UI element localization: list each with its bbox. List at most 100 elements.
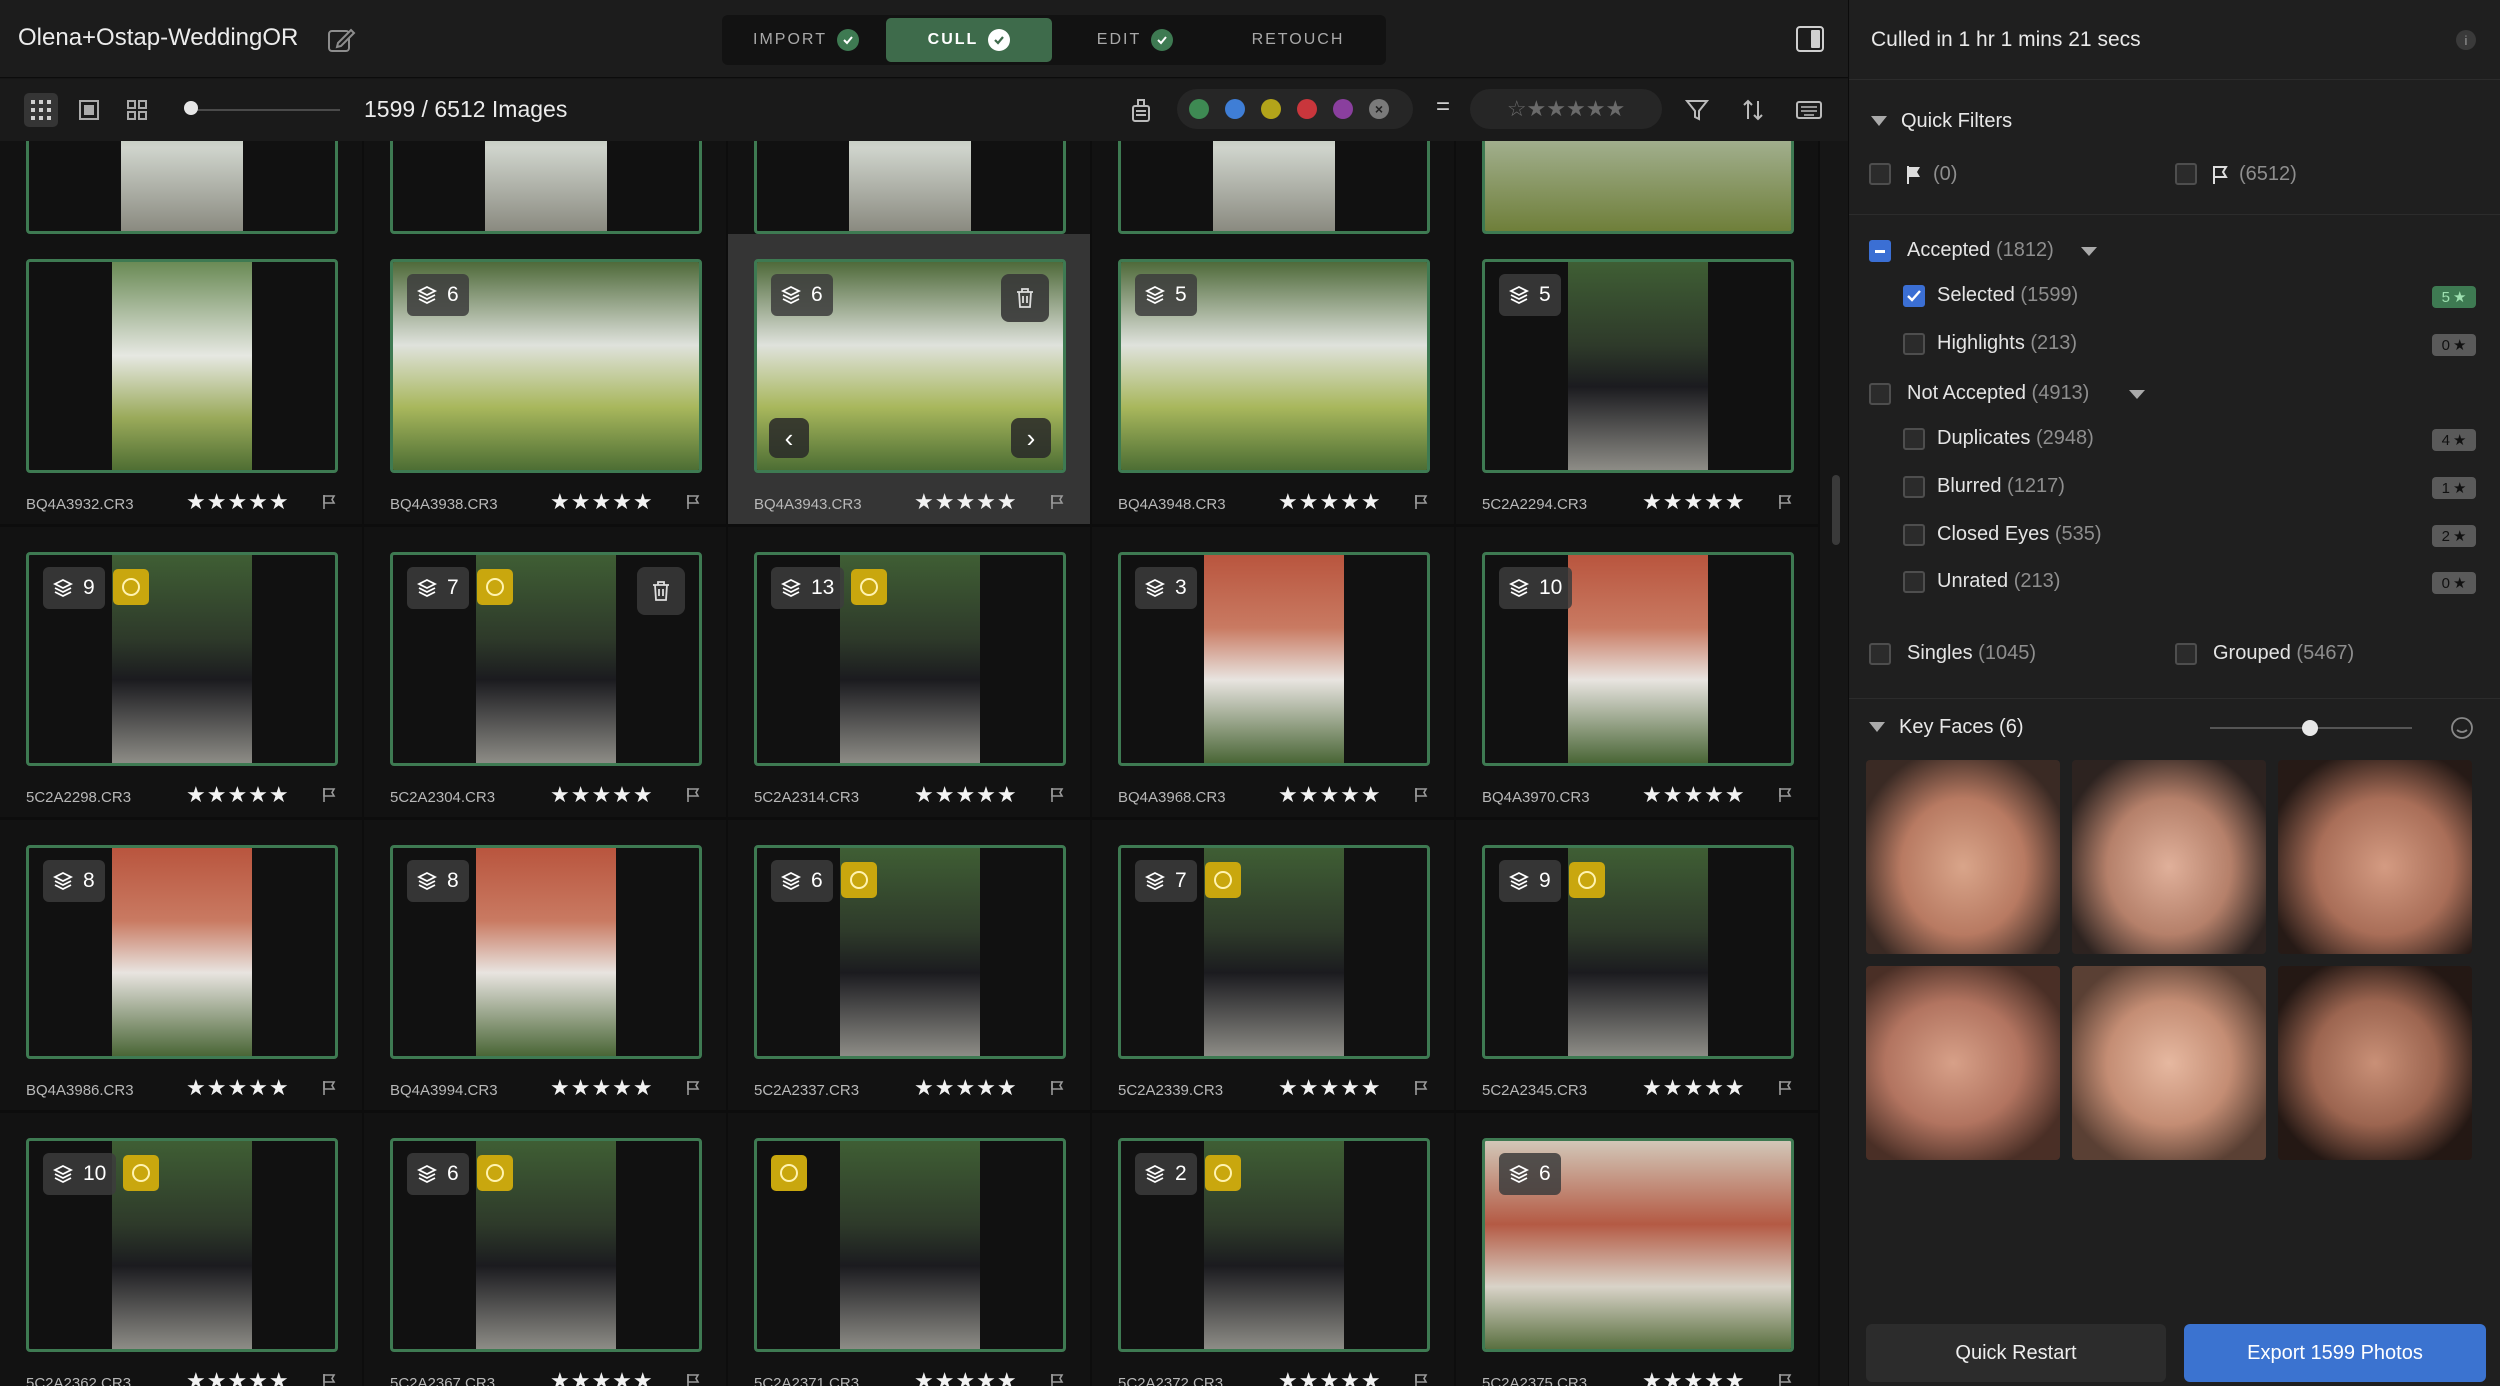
photo-cell[interactable]: 5 BQ4A3948.CR3 ★★★★★ (1092, 234, 1454, 524)
photo-cell[interactable]: 7 5C2A2304.CR3 ★★★★★ (364, 527, 726, 817)
photo-cell[interactable]: 5 5C2A2294.CR3 ★★★★★ (1456, 234, 1818, 524)
not-accepted-expand-icon[interactable] (2129, 390, 2145, 399)
photo-cell[interactable]: BQ4A3932.CR3 ★★★★★ (0, 234, 362, 524)
flag-icon[interactable] (1050, 1373, 1064, 1386)
star-rating[interactable]: ★★★★★ (186, 1075, 290, 1101)
next-in-stack-button[interactable]: › (1011, 418, 1051, 458)
color-filter-red[interactable] (1297, 99, 1317, 119)
key-face-thumbnail[interactable] (2072, 966, 2266, 1160)
stack-count-badge[interactable]: 6 (771, 860, 833, 902)
flag-icon[interactable] (686, 1373, 700, 1386)
star-rating[interactable]: ★★★★★ (1278, 1075, 1382, 1101)
color-filter-green[interactable] (1189, 99, 1209, 119)
stack-count-badge[interactable]: 10 (1499, 567, 1573, 609)
flagged-checkbox[interactable] (1869, 163, 1891, 185)
key-faces-collapse-icon[interactable] (1869, 722, 1885, 732)
selected-row[interactable]: Selected (1599) (1937, 284, 2078, 307)
stack-count-badge[interactable]: 6 (407, 1153, 469, 1195)
photo-cell[interactable]: 6 ‹ › BQ4A3943.CR3 ★★★★★ (728, 234, 1090, 524)
star-rating[interactable]: ★★★★★ (550, 782, 654, 808)
photo-cell[interactable]: 6 5C2A2375.CR3 ★★★★★ (1456, 1113, 1818, 1386)
keyboard-icon[interactable] (1792, 93, 1826, 127)
star-rating[interactable]: ★★★★★ (1278, 489, 1382, 515)
flag-icon[interactable] (322, 1373, 336, 1386)
clean-icon[interactable] (1124, 93, 1158, 127)
flag-icon[interactable] (1050, 1080, 1064, 1096)
photo-thumbnail[interactable] (1482, 141, 1794, 234)
warning-icon[interactable] (1569, 862, 1605, 898)
photo-thumbnail[interactable]: 5 (1118, 259, 1430, 473)
photo-thumbnail[interactable] (390, 141, 702, 234)
star-rating[interactable]: ★★★★★ (186, 489, 290, 515)
trash-icon[interactable] (637, 567, 685, 615)
star-rating[interactable]: ★★★★★ (550, 489, 654, 515)
photo-thumbnail[interactable] (26, 259, 338, 473)
warning-icon[interactable] (771, 1155, 807, 1191)
duplicates-row[interactable]: Duplicates (2948) (1937, 427, 2094, 450)
photo-thumbnail[interactable]: 2 (1118, 1138, 1430, 1352)
step-cull[interactable]: CULL (886, 18, 1052, 62)
photo-cell[interactable]: 6 BQ4A3938.CR3 ★★★★★ (364, 234, 726, 524)
flag-icon[interactable] (1414, 494, 1428, 510)
flag-icon[interactable] (1778, 1373, 1792, 1386)
edit-title-icon[interactable] (326, 25, 356, 55)
flag-icon[interactable] (1778, 494, 1792, 510)
photo-cell[interactable]: 10 BQ4A3970.CR3 ★★★★★ (1456, 527, 1818, 817)
flag-icon[interactable] (1414, 1373, 1428, 1386)
warning-icon[interactable] (123, 1155, 159, 1191)
photo-thumbnail[interactable]: 6 (754, 845, 1066, 1059)
flag-icon[interactable] (322, 787, 336, 803)
rating-filter[interactable]: ☆★★★★★ (1470, 89, 1662, 129)
stack-count-badge[interactable]: 10 (43, 1153, 117, 1195)
grid-large-view-button[interactable] (120, 93, 154, 127)
rating-operator[interactable]: = (1436, 93, 1450, 121)
star-rating[interactable]: ★★★★★ (1642, 782, 1746, 808)
star-rating[interactable]: ★★★★★ (550, 1368, 654, 1386)
photo-cell[interactable]: 9 5C2A2298.CR3 ★★★★★ (0, 527, 362, 817)
closed-eyes-row[interactable]: Closed Eyes (535) (1937, 523, 2102, 546)
photo-thumbnail[interactable]: 6 ‹ › (754, 259, 1066, 473)
key-face-thumbnail[interactable] (2278, 760, 2472, 954)
photo-thumbnail[interactable]: 7 (390, 552, 702, 766)
grouped-row[interactable]: Grouped (5467) (2213, 642, 2354, 665)
star-rating[interactable]: ★★★★★ (186, 1368, 290, 1386)
step-retouch[interactable]: RETOUCH (1218, 18, 1378, 62)
photo-thumbnail[interactable]: 8 (390, 845, 702, 1059)
stack-count-badge[interactable]: 8 (43, 860, 105, 902)
flag-icon[interactable] (686, 787, 700, 803)
accepted-checkbox[interactable] (1869, 240, 1891, 262)
star-rating[interactable]: ★★★★★ (186, 782, 290, 808)
export-photos-button[interactable]: Export 1599 Photos (2184, 1324, 2486, 1382)
side-panel-toggle-icon[interactable] (1796, 26, 1824, 52)
quick-restart-button[interactable]: Quick Restart (1866, 1324, 2166, 1382)
star-rating[interactable]: ★★★★★ (914, 782, 1018, 808)
warning-icon[interactable] (113, 569, 149, 605)
stack-count-badge[interactable]: 9 (43, 567, 105, 609)
photo-cell[interactable]: 8 BQ4A3986.CR3 ★★★★★ (0, 820, 362, 1110)
flag-icon[interactable] (1778, 1080, 1792, 1096)
warning-icon[interactable] (1205, 862, 1241, 898)
grouped-checkbox[interactable] (2175, 643, 2197, 665)
highlights-checkbox[interactable] (1903, 333, 1925, 355)
photo-thumbnail[interactable]: 9 (1482, 845, 1794, 1059)
warning-icon[interactable] (1205, 1155, 1241, 1191)
flag-icon[interactable] (1778, 787, 1792, 803)
key-face-thumbnail[interactable] (1866, 760, 2060, 954)
singles-checkbox[interactable] (1869, 643, 1891, 665)
info-icon[interactable]: i (2456, 30, 2476, 50)
stack-count-badge[interactable]: 2 (1135, 1153, 1197, 1195)
filter-icon[interactable] (1680, 93, 1714, 127)
warning-icon[interactable] (477, 569, 513, 605)
clear-color-filter-icon[interactable]: × (1369, 99, 1389, 119)
photo-cell[interactable]: 3 BQ4A3968.CR3 ★★★★★ (1092, 527, 1454, 817)
color-filter-blue[interactable] (1225, 99, 1245, 119)
star-rating[interactable]: ★★★★★ (1278, 1368, 1382, 1386)
photo-thumbnail[interactable]: 3 (1118, 552, 1430, 766)
duplicates-checkbox[interactable] (1903, 428, 1925, 450)
flag-icon[interactable] (1050, 787, 1064, 803)
photo-cell[interactable]: 7 5C2A2339.CR3 ★★★★★ (1092, 820, 1454, 1110)
photo-thumbnail[interactable] (754, 141, 1066, 234)
stack-count-badge[interactable]: 6 (1499, 1153, 1561, 1195)
star-rating[interactable]: ★★★★★ (1278, 782, 1382, 808)
stack-count-badge[interactable]: 7 (407, 567, 469, 609)
